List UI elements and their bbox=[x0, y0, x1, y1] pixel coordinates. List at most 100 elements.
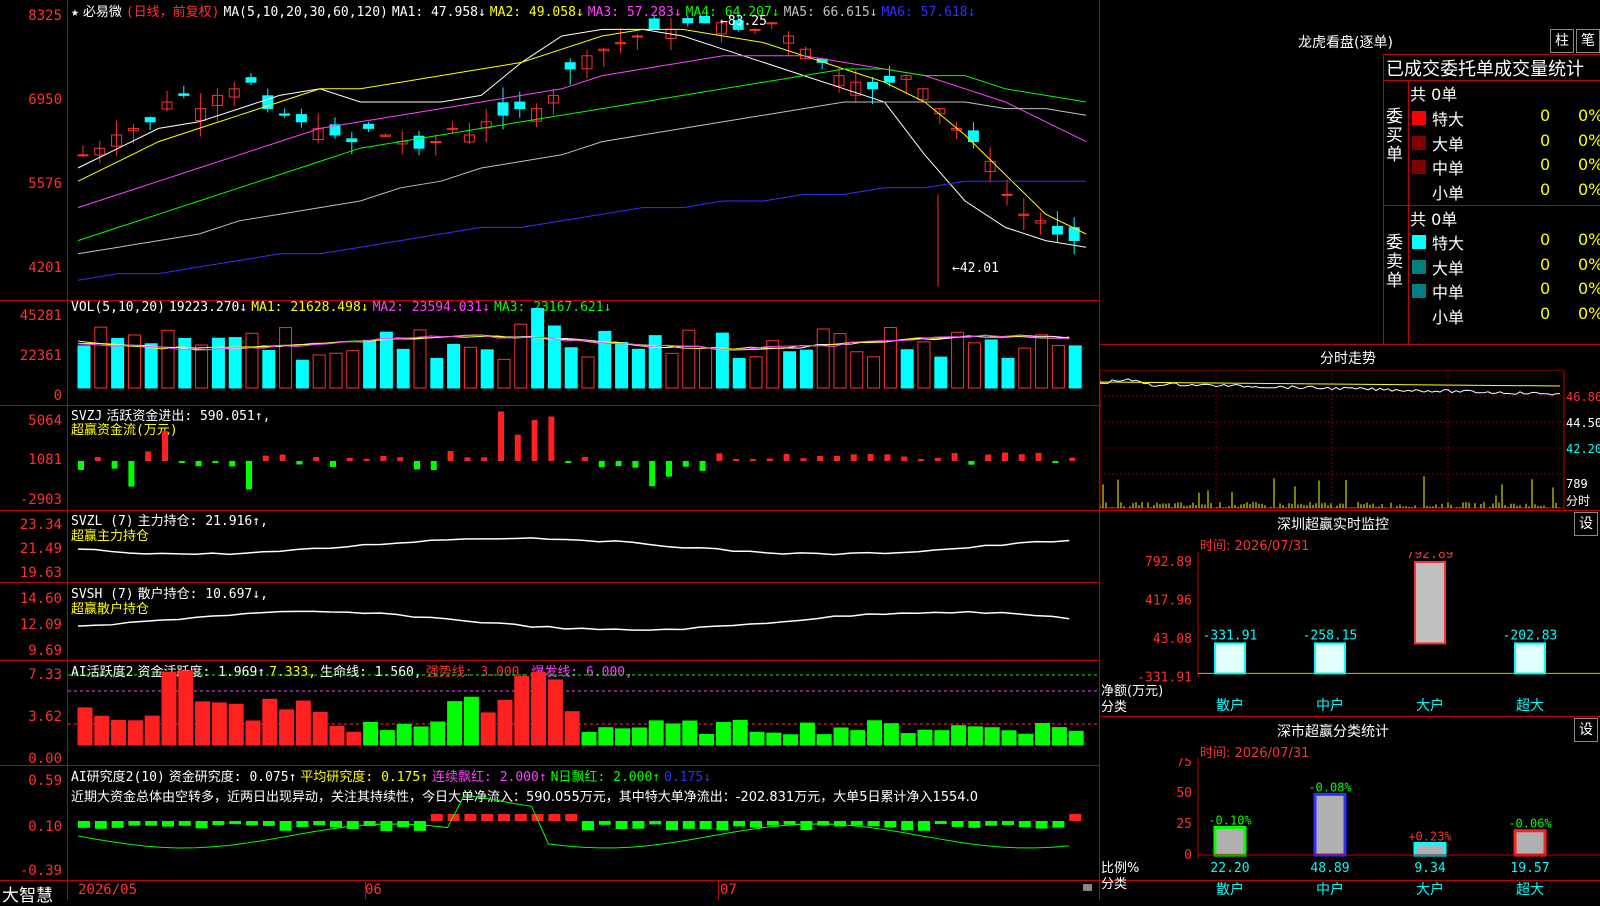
research-chart[interactable] bbox=[68, 766, 1099, 880]
intraday-chart[interactable] bbox=[1100, 370, 1565, 510]
volume-bar bbox=[951, 331, 965, 389]
research-bar bbox=[498, 814, 510, 821]
activity-bar bbox=[783, 734, 799, 746]
flow-bar bbox=[1018, 454, 1025, 461]
candle bbox=[497, 102, 509, 116]
volume-bar bbox=[564, 347, 578, 389]
research-bar bbox=[229, 821, 242, 825]
bar-category: 中户 bbox=[1316, 697, 1344, 714]
date-tick: 2026/05 bbox=[78, 882, 138, 898]
research-bar bbox=[867, 821, 880, 827]
research-bar bbox=[918, 821, 930, 831]
bar-value: -258.15 bbox=[1303, 628, 1358, 643]
ai1-axis-label: 0.00 bbox=[28, 751, 62, 767]
ma-line bbox=[77, 55, 1087, 209]
app-logo: 大智慧 bbox=[2, 886, 53, 906]
activity-bar bbox=[228, 703, 244, 746]
flow-bar bbox=[850, 454, 857, 461]
price-axis-label: 6950 bbox=[28, 92, 62, 108]
holding-line bbox=[77, 610, 1070, 631]
fund-flow-chart[interactable] bbox=[68, 406, 1099, 510]
candle bbox=[631, 35, 643, 38]
activity-bar bbox=[346, 731, 362, 746]
sz-class-chart[interactable]: 75 50 25 0 -0.10% 22.20 散户 -0.08% 48.89 中户 +0.23% 9… bbox=[1100, 758, 1600, 900]
volume-bar bbox=[430, 357, 444, 389]
flow-bar bbox=[481, 457, 488, 461]
sz-class-settings-button[interactable]: 设 bbox=[1574, 718, 1598, 742]
axis-tick: 792.89 bbox=[1145, 555, 1192, 570]
flow-bar bbox=[867, 453, 874, 461]
volume-bar bbox=[682, 329, 696, 389]
flow-bar bbox=[279, 454, 286, 461]
flow-bar bbox=[498, 411, 504, 461]
volume-bar bbox=[262, 349, 276, 389]
volume-bar bbox=[379, 331, 393, 389]
activity-bar bbox=[144, 715, 160, 746]
bar-category: 超大 bbox=[1516, 882, 1544, 898]
volume-bar bbox=[295, 359, 309, 389]
research-bar bbox=[766, 821, 779, 826]
intraday-axis-label: 44.50 bbox=[1566, 416, 1600, 430]
volume-chart[interactable] bbox=[68, 301, 1099, 405]
volume-bar bbox=[648, 335, 662, 389]
research-bar bbox=[800, 821, 813, 831]
buy-total: 共 0单 bbox=[1410, 85, 1458, 104]
activity-bar bbox=[816, 734, 832, 746]
activity-bar bbox=[1051, 727, 1067, 746]
candlestick-chart[interactable] bbox=[68, 16, 1099, 300]
svzl-axis-label: 21.49 bbox=[19, 541, 62, 557]
activity-bar bbox=[547, 679, 563, 746]
activity-bar bbox=[178, 670, 194, 746]
date-divider bbox=[718, 881, 719, 900]
research-bar bbox=[330, 821, 342, 828]
activity-bar bbox=[867, 720, 883, 746]
activity-bar bbox=[665, 723, 681, 746]
order-stat-p: 0% bbox=[1578, 254, 1600, 274]
activity-bar bbox=[94, 715, 110, 746]
bar-value: 48.89 bbox=[1310, 861, 1349, 876]
activity-bar bbox=[766, 732, 782, 746]
low-annotation: ←42.01 bbox=[952, 261, 999, 276]
svsh-axis-label: 9.69 bbox=[28, 643, 62, 659]
bar-value: -202.83 bbox=[1503, 628, 1558, 643]
research-bar bbox=[162, 821, 174, 827]
flow-bar bbox=[565, 461, 572, 463]
volume-bar bbox=[598, 330, 612, 389]
sz-monitor-settings-button[interactable]: 设 bbox=[1574, 512, 1598, 536]
main-holding-chart[interactable] bbox=[68, 511, 1099, 582]
bar-category: 大户 bbox=[1416, 697, 1444, 714]
net-bar bbox=[1214, 642, 1246, 675]
activity-bar bbox=[531, 672, 547, 746]
flow-bar bbox=[817, 456, 824, 461]
activity-bar bbox=[883, 723, 899, 746]
activity-bar bbox=[984, 727, 1000, 746]
retail-holding-chart[interactable] bbox=[68, 583, 1099, 660]
lock-icon[interactable] bbox=[1083, 884, 1092, 891]
axis-tick: 43.08 bbox=[1153, 632, 1192, 647]
flow-bar bbox=[162, 431, 168, 461]
tick-tab[interactable]: 笔 bbox=[1576, 29, 1600, 53]
sz-monitor-chart[interactable]: 792.89417.9643.08-331.91-331.91散户-258.15… bbox=[1100, 552, 1600, 716]
order-stat-n: 特大 bbox=[1432, 234, 1465, 253]
bar-value: 9.34 bbox=[1414, 861, 1445, 876]
activity-chart[interactable] bbox=[68, 661, 1099, 765]
activity-bar bbox=[497, 699, 513, 746]
flow-bar bbox=[195, 461, 202, 467]
flow-bar bbox=[934, 457, 941, 461]
research-bar bbox=[901, 821, 914, 831]
volume-bar bbox=[867, 356, 881, 389]
order-stat-v: 0 bbox=[1540, 106, 1551, 125]
activity-bar bbox=[581, 731, 597, 746]
volume-bar bbox=[816, 328, 830, 389]
research-bar bbox=[279, 821, 292, 831]
ma-line bbox=[77, 101, 1087, 255]
volume-bar bbox=[245, 332, 259, 389]
bar-tab[interactable]: 柱 bbox=[1550, 29, 1574, 53]
activity-bar bbox=[447, 701, 463, 746]
research-bar bbox=[111, 821, 124, 828]
ai1-axis-label: 3.62 bbox=[28, 709, 62, 725]
volume-bar bbox=[228, 337, 242, 389]
research-bar bbox=[565, 814, 578, 821]
bar-value: -331.91 bbox=[1203, 628, 1258, 643]
date-tick: 06 bbox=[365, 882, 382, 898]
